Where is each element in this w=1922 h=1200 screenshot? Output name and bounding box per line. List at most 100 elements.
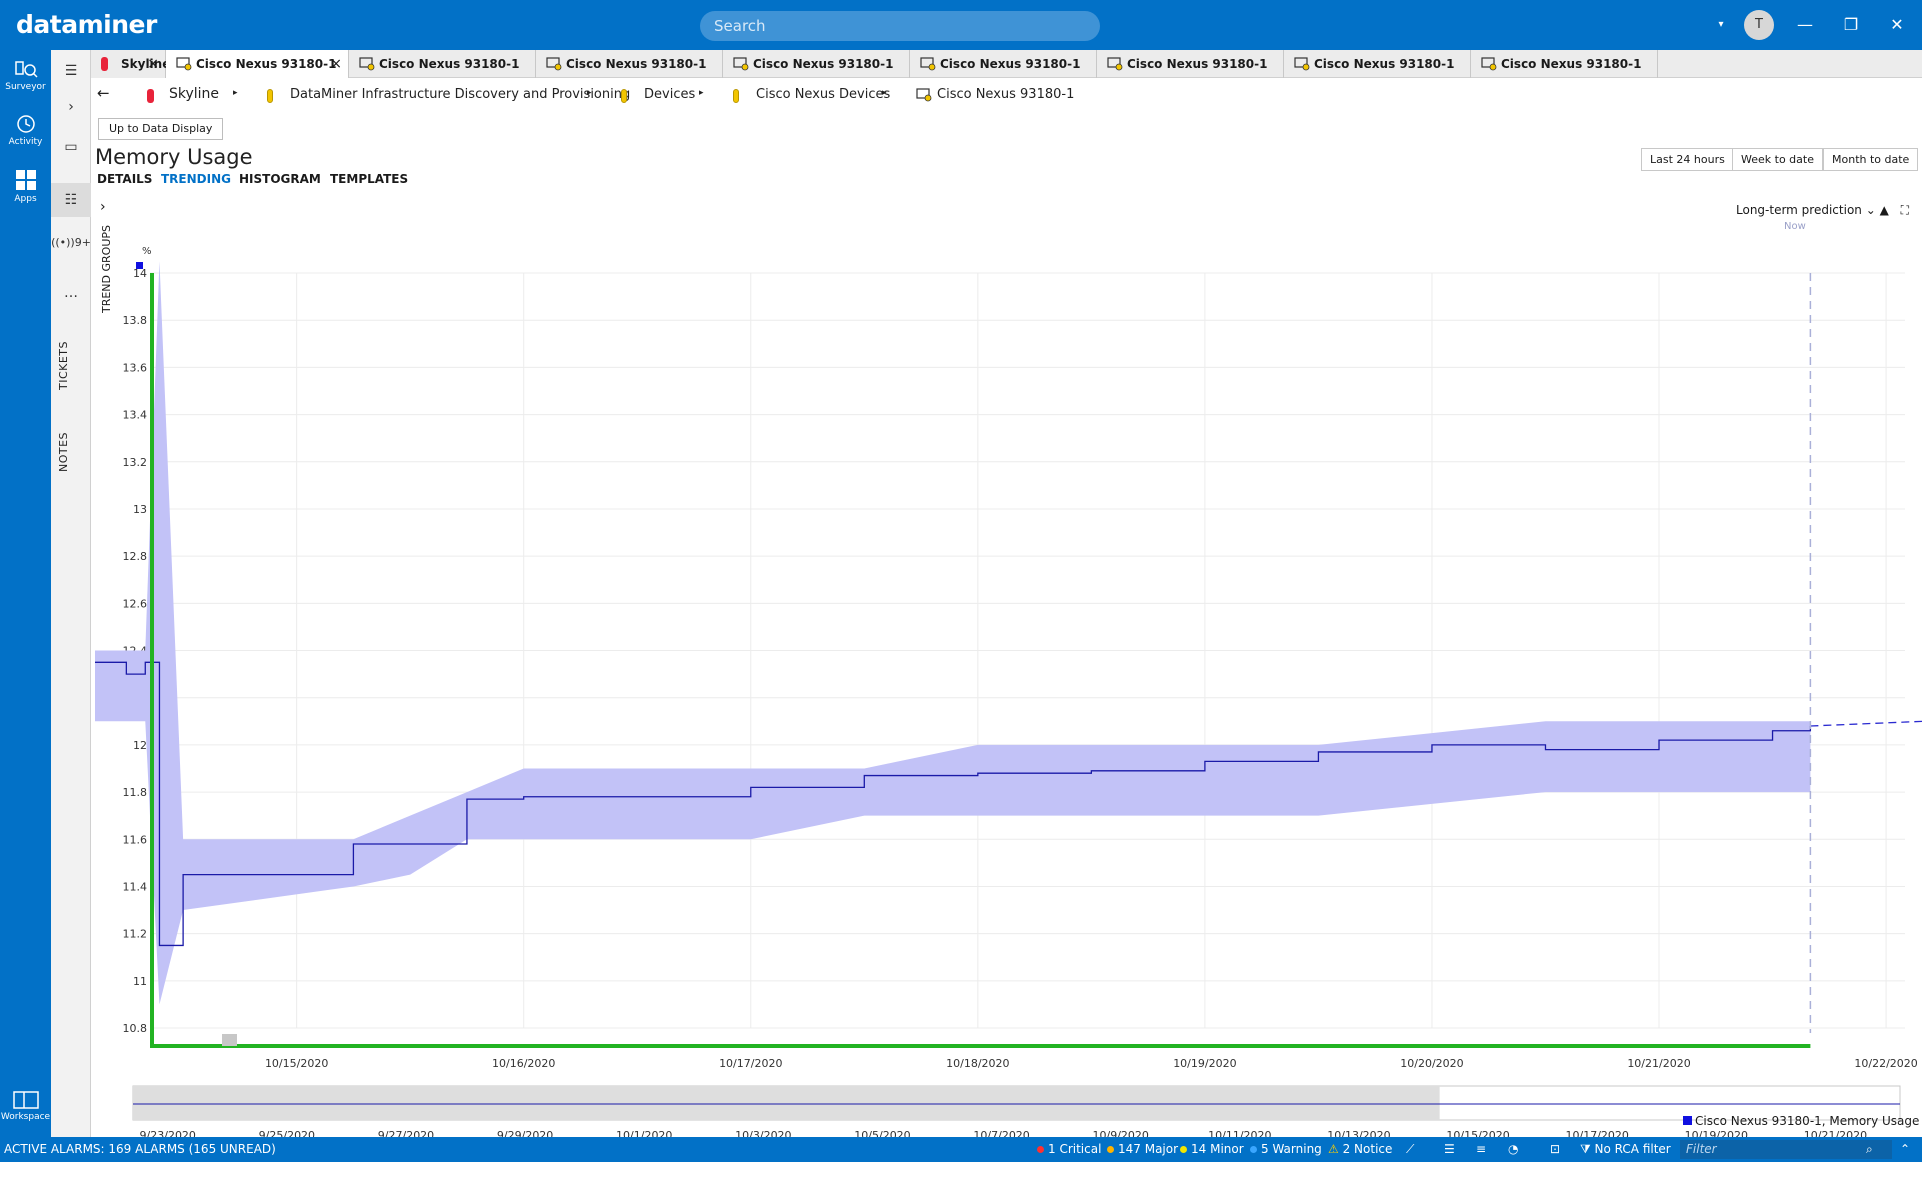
breadcrumb-arrow-icon[interactable]: ▸ xyxy=(699,88,704,98)
focus-icon[interactable]: ⊡ xyxy=(1550,1142,1560,1156)
breadcrumb-item-dataminer[interactable]: DataMiner Infrastructure Discovery and P… xyxy=(290,87,630,102)
scroll-handle xyxy=(222,1034,237,1046)
tab-skyline[interactable]: Skyline × xyxy=(91,50,170,78)
apps-label: Apps xyxy=(14,194,37,204)
month-to-date-button[interactable]: Month to date xyxy=(1823,148,1919,171)
breadcrumb-item-cisco-nexus-devices[interactable]: Cisco Nexus Devices xyxy=(756,87,890,102)
list-icon[interactable]: ☰ xyxy=(1444,1142,1455,1156)
y-tick-label: 10.8 xyxy=(123,1022,148,1035)
element-icon xyxy=(1481,57,1497,71)
notice-icon: ⚠ xyxy=(1328,1142,1339,1156)
element-icon xyxy=(733,57,749,71)
avatar[interactable]: T xyxy=(1744,10,1774,40)
x-tick-label: 10/19/2020 xyxy=(1173,1057,1236,1070)
filter-input[interactable]: Filter xyxy=(1680,1140,1892,1159)
tab-details[interactable]: DETAILS xyxy=(97,172,152,186)
minor-count[interactable]: 14 Minor xyxy=(1180,1142,1244,1156)
breadcrumb-arrow-icon[interactable]: ▸ xyxy=(882,88,887,98)
tab-cisco-nexus[interactable]: Cisco Nexus 93180-1 xyxy=(723,50,910,78)
more-icon[interactable]: … xyxy=(51,276,91,310)
status-bar: ACTIVE ALARMS: 169 ALARMS (165 UNREAD) 1… xyxy=(0,1137,1922,1162)
tab-label: Cisco Nexus 93180-1 xyxy=(1501,57,1642,71)
last-24-hours-button[interactable]: Last 24 hours xyxy=(1641,148,1734,171)
tab-cisco-nexus[interactable]: Cisco Nexus 93180-1 xyxy=(1284,50,1471,78)
workspace-button[interactable]: Workspace xyxy=(0,1090,51,1122)
up-to-data-display-button[interactable]: Up to Data Display xyxy=(98,118,224,140)
notes-tab[interactable]: NOTES xyxy=(57,422,85,482)
tab-cisco-nexus[interactable]: Cisco Nexus 93180-1 xyxy=(1471,50,1658,78)
rca-filter[interactable]: ⧩ No RCA filter xyxy=(1580,1142,1671,1157)
breadcrumb-item-skyline[interactable]: Skyline xyxy=(169,86,219,102)
tab-label: Cisco Nexus 93180-1 xyxy=(566,57,707,71)
search-icon[interactable]: ⌕ xyxy=(1866,1142,1873,1157)
tab-histogram[interactable]: HISTOGRAM xyxy=(239,172,321,186)
y-axis-unit: % xyxy=(142,246,152,257)
active-alarms-text[interactable]: ACTIVE ALARMS: 169 ALARMS (165 UNREAD) xyxy=(4,1142,276,1156)
week-to-date-button[interactable]: Week to date xyxy=(1732,148,1823,171)
notice-count[interactable]: ⚠ 2 Notice xyxy=(1328,1142,1392,1156)
tab-strip: Skyline × Cisco Nexus 93180-1 × Cisco Ne… xyxy=(91,50,1922,78)
alarm-badge[interactable]: ((•))9+ xyxy=(51,226,91,260)
tab-cisco-nexus-active[interactable]: Cisco Nexus 93180-1 × xyxy=(166,50,349,78)
close-icon[interactable]: × xyxy=(147,50,159,78)
series-color-marker xyxy=(136,262,143,269)
warning-count[interactable]: 5 Warning xyxy=(1250,1142,1322,1156)
tab-label: Cisco Nexus 93180-1 xyxy=(379,57,520,71)
alarm-count: 9+ xyxy=(74,236,91,249)
legend-label: Cisco Nexus 93180-1, Memory Usage xyxy=(1695,1114,1920,1128)
x-tick-label: 10/20/2020 xyxy=(1400,1057,1463,1070)
overview-plot[interactable]: 9/23/2020 9/25/2020 9/27/2020 9/29/2020 10/1… xyxy=(132,1085,1901,1142)
breadcrumb-arrow-icon[interactable]: ▸ xyxy=(587,88,592,98)
y-tick-label: 12.6 xyxy=(123,597,148,610)
x-tick-label: 10/21/2020 xyxy=(1627,1057,1690,1070)
breadcrumb-arrow-icon[interactable]: ▸ xyxy=(233,88,238,98)
tab-templates[interactable]: TEMPLATES xyxy=(330,172,408,186)
apps-button[interactable]: Apps xyxy=(0,168,51,204)
pie-icon[interactable]: ◔ xyxy=(1508,1142,1518,1156)
service-icon xyxy=(267,89,273,103)
view-icon xyxy=(147,89,154,103)
tab-cisco-nexus[interactable]: Cisco Nexus 93180-1 xyxy=(536,50,723,78)
hamburger-icon[interactable]: ☰ xyxy=(51,54,91,88)
element-icon xyxy=(546,57,562,71)
restore-icon[interactable]: ❐ xyxy=(1840,14,1862,36)
settings-sliders-icon[interactable]: ☷ xyxy=(51,183,91,217)
minor-dot xyxy=(1180,1146,1187,1153)
dropdown-icon[interactable]: ▾ xyxy=(1710,14,1732,36)
y-tick-label: 13.2 xyxy=(123,456,148,469)
sort-icon[interactable]: ≡ xyxy=(1476,1142,1486,1156)
x-tick-label: 10/18/2020 xyxy=(946,1057,1009,1070)
close-icon[interactable]: × xyxy=(330,50,342,78)
major-count[interactable]: 147 Major xyxy=(1107,1142,1178,1156)
app-bar: Surveyor Activity Apps Workspace xyxy=(0,50,51,1137)
chevron-up-icon[interactable]: ⌃ xyxy=(1900,1142,1910,1156)
monitor-icon[interactable]: ▭ xyxy=(51,130,91,164)
element-icon xyxy=(359,57,375,71)
back-icon[interactable]: ← xyxy=(97,84,110,102)
x-tick-label: 10/16/2020 xyxy=(492,1057,555,1070)
element-icon xyxy=(920,57,936,71)
surveyor-button[interactable]: Surveyor xyxy=(0,58,51,92)
surveyor-icon xyxy=(14,61,38,78)
y-tick-label: 13.8 xyxy=(123,314,148,327)
breadcrumb-item-element[interactable]: Cisco Nexus 93180-1 xyxy=(937,87,1074,102)
tab-cisco-nexus[interactable]: Cisco Nexus 93180-1 xyxy=(910,50,1097,78)
trend-chart[interactable]: 1413.813.613.413.21312.812.612.412.21211… xyxy=(95,200,1922,1200)
tab-cisco-nexus[interactable]: Cisco Nexus 93180-1 xyxy=(1097,50,1284,78)
chevron-right-icon[interactable]: › xyxy=(51,90,91,124)
main-plot[interactable]: 1413.813.613.413.21312.812.612.412.21211… xyxy=(95,261,1922,1070)
tab-trending[interactable]: TRENDING xyxy=(161,172,231,186)
trend-icon[interactable]: ⟋ xyxy=(1406,1142,1414,1157)
tab-cisco-nexus[interactable]: Cisco Nexus 93180-1 xyxy=(349,50,536,78)
y-tick-label: 11.2 xyxy=(123,928,148,941)
search-input[interactable]: Search xyxy=(700,11,1100,41)
valid-range-left-bar xyxy=(150,273,154,1044)
close-icon[interactable]: ✕ xyxy=(1886,14,1908,36)
activity-button[interactable]: Activity xyxy=(0,113,51,147)
view-icon xyxy=(733,89,739,103)
minimize-icon[interactable]: — xyxy=(1794,14,1816,36)
tickets-tab[interactable]: TICKETS xyxy=(57,320,85,410)
top-header: dataminer Search ▾ T — ❐ ✕ xyxy=(0,0,1922,50)
breadcrumb-item-devices[interactable]: Devices xyxy=(644,87,695,102)
critical-count[interactable]: 1 Critical xyxy=(1037,1142,1101,1156)
